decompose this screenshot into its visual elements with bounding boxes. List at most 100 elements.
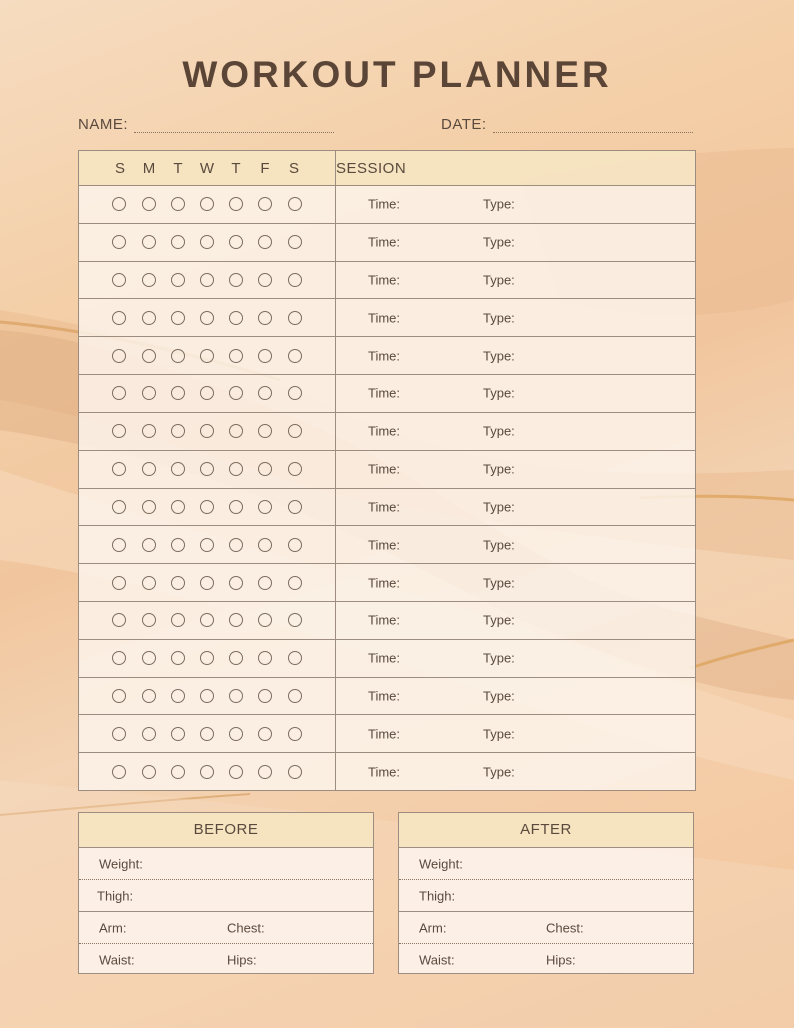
day-checkbox[interactable] bbox=[200, 386, 214, 401]
day-checkbox[interactable] bbox=[287, 462, 302, 477]
session-cell[interactable]: Time: Type: bbox=[335, 449, 696, 489]
day-checkbox[interactable] bbox=[200, 424, 214, 439]
session-cell[interactable]: Time: Type: bbox=[335, 487, 696, 527]
day-checkbox[interactable] bbox=[287, 310, 302, 325]
day-checkbox[interactable] bbox=[287, 726, 302, 741]
day-checkbox[interactable] bbox=[141, 613, 156, 628]
day-checkbox[interactable] bbox=[258, 613, 273, 628]
day-checkbox[interactable] bbox=[258, 386, 273, 401]
session-cell[interactable]: Time: Type: bbox=[335, 714, 696, 754]
session-cell[interactable]: Time: Type: bbox=[335, 563, 696, 602]
day-checkbox[interactable] bbox=[141, 235, 156, 250]
day-checkbox[interactable] bbox=[229, 688, 244, 703]
day-checkbox[interactable] bbox=[141, 197, 156, 212]
day-checkbox[interactable] bbox=[287, 575, 302, 590]
before-thigh-row[interactable]: Thigh: bbox=[79, 880, 373, 912]
session-cell[interactable]: Time: Type: bbox=[335, 411, 696, 451]
day-checkbox[interactable] bbox=[141, 386, 156, 401]
day-checkbox[interactable] bbox=[141, 348, 156, 363]
session-cell[interactable]: Time: Type: bbox=[335, 638, 696, 678]
day-checkbox[interactable] bbox=[200, 537, 214, 552]
day-checkbox[interactable] bbox=[200, 235, 214, 250]
day-checkbox[interactable] bbox=[229, 310, 244, 325]
day-checkbox[interactable] bbox=[200, 575, 214, 590]
day-checkbox[interactable] bbox=[170, 537, 185, 552]
before-weight-row[interactable]: Weight: bbox=[79, 848, 373, 880]
day-checkbox[interactable] bbox=[200, 197, 214, 212]
day-checkbox[interactable] bbox=[112, 726, 127, 741]
day-checkbox[interactable] bbox=[258, 651, 273, 666]
day-checkbox[interactable] bbox=[229, 348, 244, 363]
day-checkbox[interactable] bbox=[200, 462, 214, 477]
day-checkbox[interactable] bbox=[141, 726, 156, 741]
session-cell[interactable]: Time: Type: bbox=[335, 185, 696, 224]
day-checkbox[interactable] bbox=[170, 424, 185, 439]
day-checkbox[interactable] bbox=[258, 424, 273, 439]
day-checkbox[interactable] bbox=[170, 499, 185, 514]
day-checkbox[interactable] bbox=[141, 575, 156, 590]
day-checkbox[interactable] bbox=[112, 499, 127, 514]
day-checkbox[interactable] bbox=[141, 499, 156, 514]
day-checkbox[interactable] bbox=[112, 424, 127, 439]
day-checkbox[interactable] bbox=[229, 499, 244, 514]
day-checkbox[interactable] bbox=[258, 575, 273, 590]
day-checkbox[interactable] bbox=[141, 462, 156, 477]
day-checkbox[interactable] bbox=[170, 310, 185, 325]
day-checkbox[interactable] bbox=[112, 348, 127, 363]
day-checkbox[interactable] bbox=[170, 386, 185, 401]
day-checkbox[interactable] bbox=[200, 273, 214, 288]
session-cell[interactable]: Time: Type: bbox=[335, 222, 696, 262]
day-checkbox[interactable] bbox=[287, 235, 302, 250]
day-checkbox[interactable] bbox=[258, 197, 273, 212]
day-checkbox[interactable] bbox=[258, 499, 273, 514]
day-checkbox[interactable] bbox=[200, 764, 214, 779]
day-checkbox[interactable] bbox=[170, 197, 185, 212]
day-checkbox[interactable] bbox=[287, 764, 302, 779]
day-checkbox[interactable] bbox=[258, 688, 273, 703]
day-checkbox[interactable] bbox=[287, 273, 302, 288]
day-checkbox[interactable] bbox=[141, 273, 156, 288]
day-checkbox[interactable] bbox=[229, 537, 244, 552]
day-checkbox[interactable] bbox=[141, 764, 156, 779]
session-cell[interactable]: Time: Type: bbox=[335, 676, 696, 716]
day-checkbox[interactable] bbox=[112, 197, 127, 212]
day-checkbox[interactable] bbox=[170, 688, 185, 703]
day-checkbox[interactable] bbox=[258, 537, 273, 552]
date-field[interactable] bbox=[493, 132, 693, 133]
day-checkbox[interactable] bbox=[229, 235, 244, 250]
day-checkbox[interactable] bbox=[170, 273, 185, 288]
day-checkbox[interactable] bbox=[141, 310, 156, 325]
day-checkbox[interactable] bbox=[112, 235, 127, 250]
session-cell[interactable]: Time: Type: bbox=[335, 260, 696, 300]
day-checkbox[interactable] bbox=[287, 197, 302, 212]
day-checkbox[interactable] bbox=[112, 462, 127, 477]
day-checkbox[interactable] bbox=[141, 424, 156, 439]
day-checkbox[interactable] bbox=[287, 688, 302, 703]
day-checkbox[interactable] bbox=[229, 462, 244, 477]
day-checkbox[interactable] bbox=[229, 424, 244, 439]
day-checkbox[interactable] bbox=[200, 348, 214, 363]
day-checkbox[interactable] bbox=[229, 726, 244, 741]
day-checkbox[interactable] bbox=[170, 764, 185, 779]
day-checkbox[interactable] bbox=[200, 310, 214, 325]
day-checkbox[interactable] bbox=[200, 651, 214, 666]
day-checkbox[interactable] bbox=[170, 651, 185, 666]
day-checkbox[interactable] bbox=[258, 764, 273, 779]
day-checkbox[interactable] bbox=[170, 726, 185, 741]
day-checkbox[interactable] bbox=[287, 499, 302, 514]
day-checkbox[interactable] bbox=[200, 613, 214, 628]
day-checkbox[interactable] bbox=[258, 348, 273, 363]
day-checkbox[interactable] bbox=[112, 575, 127, 590]
session-cell[interactable]: Time: Type: bbox=[335, 600, 696, 640]
day-checkbox[interactable] bbox=[112, 537, 127, 552]
day-checkbox[interactable] bbox=[141, 688, 156, 703]
after-thigh-row[interactable]: Thigh: bbox=[399, 880, 693, 912]
day-checkbox[interactable] bbox=[229, 613, 244, 628]
day-checkbox[interactable] bbox=[258, 726, 273, 741]
session-cell[interactable]: Time: Type: bbox=[335, 336, 696, 376]
day-checkbox[interactable] bbox=[170, 613, 185, 628]
day-checkbox[interactable] bbox=[258, 235, 273, 250]
day-checkbox[interactable] bbox=[141, 537, 156, 552]
day-checkbox[interactable] bbox=[200, 726, 214, 741]
day-checkbox[interactable] bbox=[258, 310, 273, 325]
